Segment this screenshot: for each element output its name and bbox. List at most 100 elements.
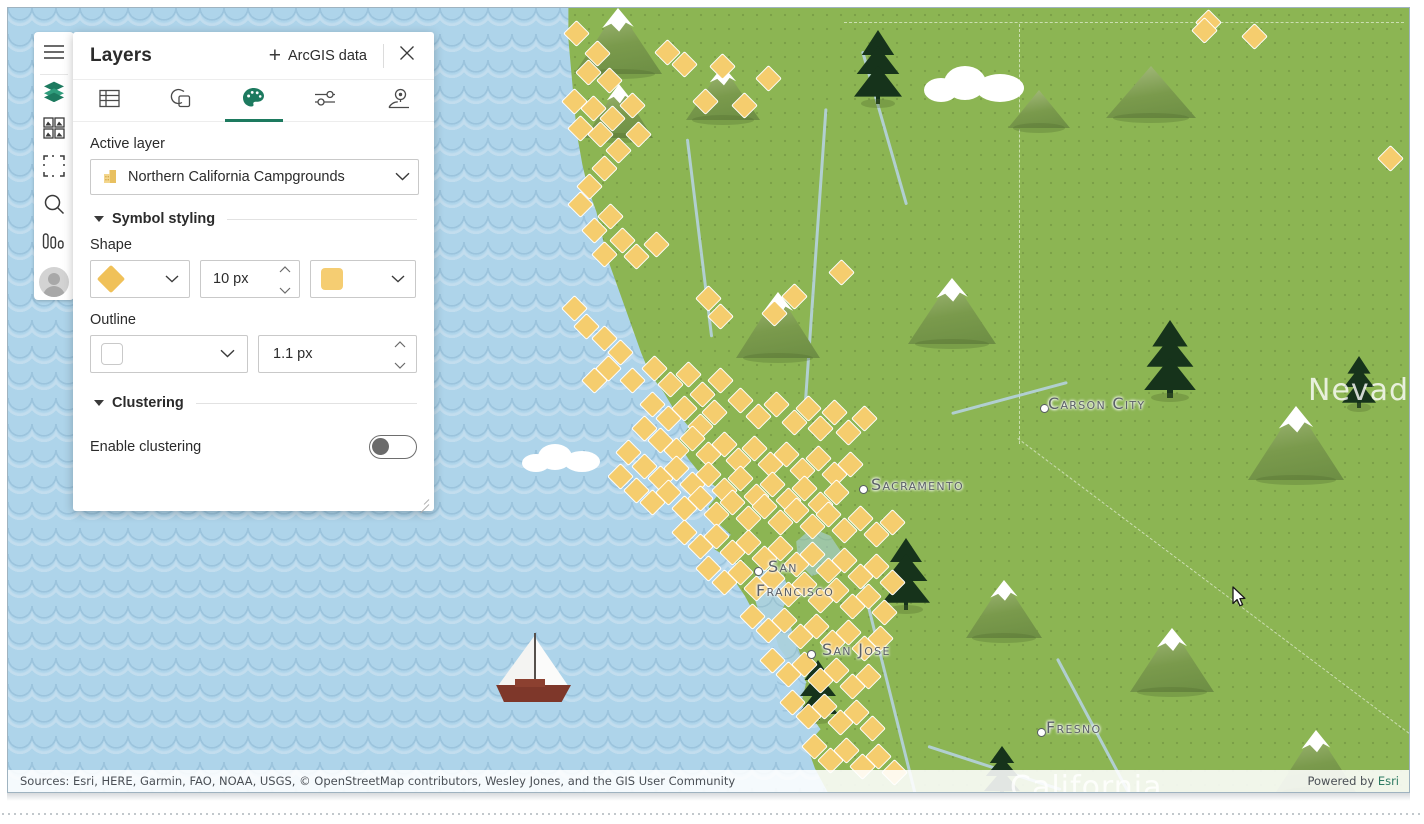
city-point-marker bbox=[859, 485, 868, 494]
mountain-icon bbox=[736, 292, 820, 363]
close-button[interactable] bbox=[394, 43, 420, 69]
mountain-icon bbox=[908, 278, 996, 349]
sliders-icon bbox=[314, 88, 338, 113]
shape-select[interactable] bbox=[90, 260, 190, 298]
palette-icon bbox=[242, 87, 265, 114]
outline-width-stepper[interactable]: 1.1 px bbox=[258, 335, 417, 373]
stepper-up-icon[interactable] bbox=[394, 335, 406, 353]
add-arcgis-data-label: ArcGIS data bbox=[288, 47, 367, 64]
mountain-icon bbox=[1130, 628, 1214, 697]
cloud-icon bbox=[522, 442, 600, 472]
city-label: San bbox=[768, 557, 798, 576]
symbol-styling-label: Symbol styling bbox=[112, 211, 216, 227]
location-pin-icon bbox=[387, 88, 409, 114]
search-icon bbox=[43, 193, 65, 220]
chevron-collapse-icon[interactable] bbox=[94, 400, 104, 406]
table-icon bbox=[98, 89, 120, 113]
shape-controls-row: 10 px bbox=[90, 260, 417, 298]
clustering-section-header[interactable]: Clustering bbox=[94, 395, 417, 411]
window-shadow bbox=[7, 793, 1410, 801]
panel-tabs bbox=[73, 80, 434, 122]
plus-icon: + bbox=[268, 44, 282, 67]
sidebar-item-charts[interactable] bbox=[34, 225, 74, 263]
state-label: Nevada bbox=[1308, 373, 1410, 408]
enable-clustering-toggle[interactable] bbox=[369, 435, 417, 459]
tree-icon bbox=[1144, 320, 1196, 402]
sidebar-item-menu[interactable] bbox=[34, 36, 74, 74]
toggle-knob bbox=[372, 438, 389, 455]
basemap-grid-icon bbox=[43, 117, 65, 144]
hamburger-menu-icon bbox=[43, 44, 65, 65]
stepper-down-icon[interactable] bbox=[394, 356, 406, 374]
sailboat-icon bbox=[489, 631, 575, 703]
mountain-icon bbox=[1106, 66, 1196, 123]
active-layer-value: Northern California Campgrounds bbox=[128, 169, 345, 185]
state-boundary-nv-ca bbox=[844, 22, 1404, 23]
chart-bars-icon bbox=[42, 232, 66, 255]
tab-shapes[interactable] bbox=[145, 80, 217, 121]
tab-filters[interactable] bbox=[290, 80, 362, 121]
mouse-cursor bbox=[1232, 586, 1246, 607]
symbol-size-value: 10 px bbox=[213, 271, 249, 287]
select-area-icon bbox=[43, 155, 65, 182]
fill-color-select[interactable] bbox=[310, 260, 416, 298]
user-avatar-icon bbox=[39, 267, 69, 298]
chevron-down-icon bbox=[165, 270, 179, 288]
symbol-styling-section-header[interactable]: Symbol styling bbox=[94, 211, 417, 227]
tab-table[interactable] bbox=[73, 80, 145, 121]
tab-styles[interactable] bbox=[217, 80, 289, 121]
stepper-up-icon[interactable] bbox=[279, 260, 291, 278]
add-arcgis-data-button[interactable]: + ArcGIS data bbox=[263, 41, 373, 70]
page-title: Layers bbox=[90, 44, 152, 66]
layers-icon bbox=[42, 80, 66, 107]
symbol-size-stepper[interactable]: 10 px bbox=[200, 260, 300, 298]
outline-color-swatch bbox=[101, 343, 123, 365]
outline-label: Outline bbox=[90, 312, 136, 328]
fill-color-swatch bbox=[321, 268, 343, 290]
panel-header-actions: + ArcGIS data bbox=[263, 41, 420, 70]
sidebar-item-layers[interactable] bbox=[34, 75, 74, 113]
layers-panel: Layers + ArcGIS data Active layer Northe… bbox=[73, 32, 434, 514]
chevron-down-icon bbox=[220, 345, 235, 363]
chevron-down-icon bbox=[391, 270, 405, 288]
section-rule bbox=[227, 218, 417, 220]
map-viewport: Carson City Sacramento San Francisco San Jos… bbox=[7, 7, 1410, 793]
esri-link[interactable]: Esri bbox=[1378, 774, 1399, 788]
mountain-icon bbox=[1248, 406, 1344, 485]
chevron-collapse-icon[interactable] bbox=[94, 216, 104, 222]
window-edge-dots bbox=[0, 812, 1424, 816]
outline-color-select[interactable] bbox=[90, 335, 248, 373]
stepper-down-icon[interactable] bbox=[279, 281, 291, 299]
sidebar-item-account[interactable] bbox=[34, 262, 74, 300]
active-layer-select[interactable]: Northern California Campgrounds bbox=[90, 159, 419, 195]
shapes-overlay-icon bbox=[170, 88, 192, 113]
tab-location[interactable] bbox=[362, 80, 434, 121]
panel-resize-grip[interactable] bbox=[417, 494, 430, 514]
city-label: Sacramento bbox=[871, 475, 964, 494]
panel-header: Layers + ArcGIS data bbox=[73, 32, 434, 80]
stepper-arrows[interactable] bbox=[279, 260, 291, 299]
tree-icon bbox=[854, 30, 902, 108]
clustering-label: Clustering bbox=[112, 395, 184, 411]
sidebar-item-select[interactable] bbox=[34, 150, 74, 188]
attribution-sources: Sources: Esri, HERE, Garmin, FAO, NOAA, … bbox=[20, 774, 736, 788]
city-label: Carson City bbox=[1048, 394, 1146, 413]
application-frame: Carson City Sacramento San Francisco San Jos… bbox=[0, 0, 1424, 824]
close-icon bbox=[399, 45, 415, 66]
feature-layer-icon bbox=[101, 168, 119, 186]
city-point-marker bbox=[807, 650, 816, 659]
enable-clustering-label: Enable clustering bbox=[90, 439, 202, 455]
tool-rail bbox=[34, 32, 74, 300]
sidebar-item-basemap[interactable] bbox=[34, 112, 74, 150]
city-label: Francisco bbox=[756, 581, 835, 600]
diamond-shape-icon bbox=[96, 264, 126, 294]
chevron-down-icon bbox=[389, 168, 410, 186]
active-layer-label: Active layer bbox=[90, 136, 165, 152]
enable-clustering-row: Enable clustering bbox=[90, 435, 417, 459]
mountain-icon bbox=[966, 580, 1042, 643]
sidebar-item-search[interactable] bbox=[34, 187, 74, 225]
outline-controls-row: 1.1 px bbox=[90, 335, 417, 373]
city-point-marker bbox=[1037, 728, 1046, 737]
powered-by: Powered by Esri bbox=[1308, 774, 1400, 788]
stepper-arrows[interactable] bbox=[394, 335, 406, 374]
